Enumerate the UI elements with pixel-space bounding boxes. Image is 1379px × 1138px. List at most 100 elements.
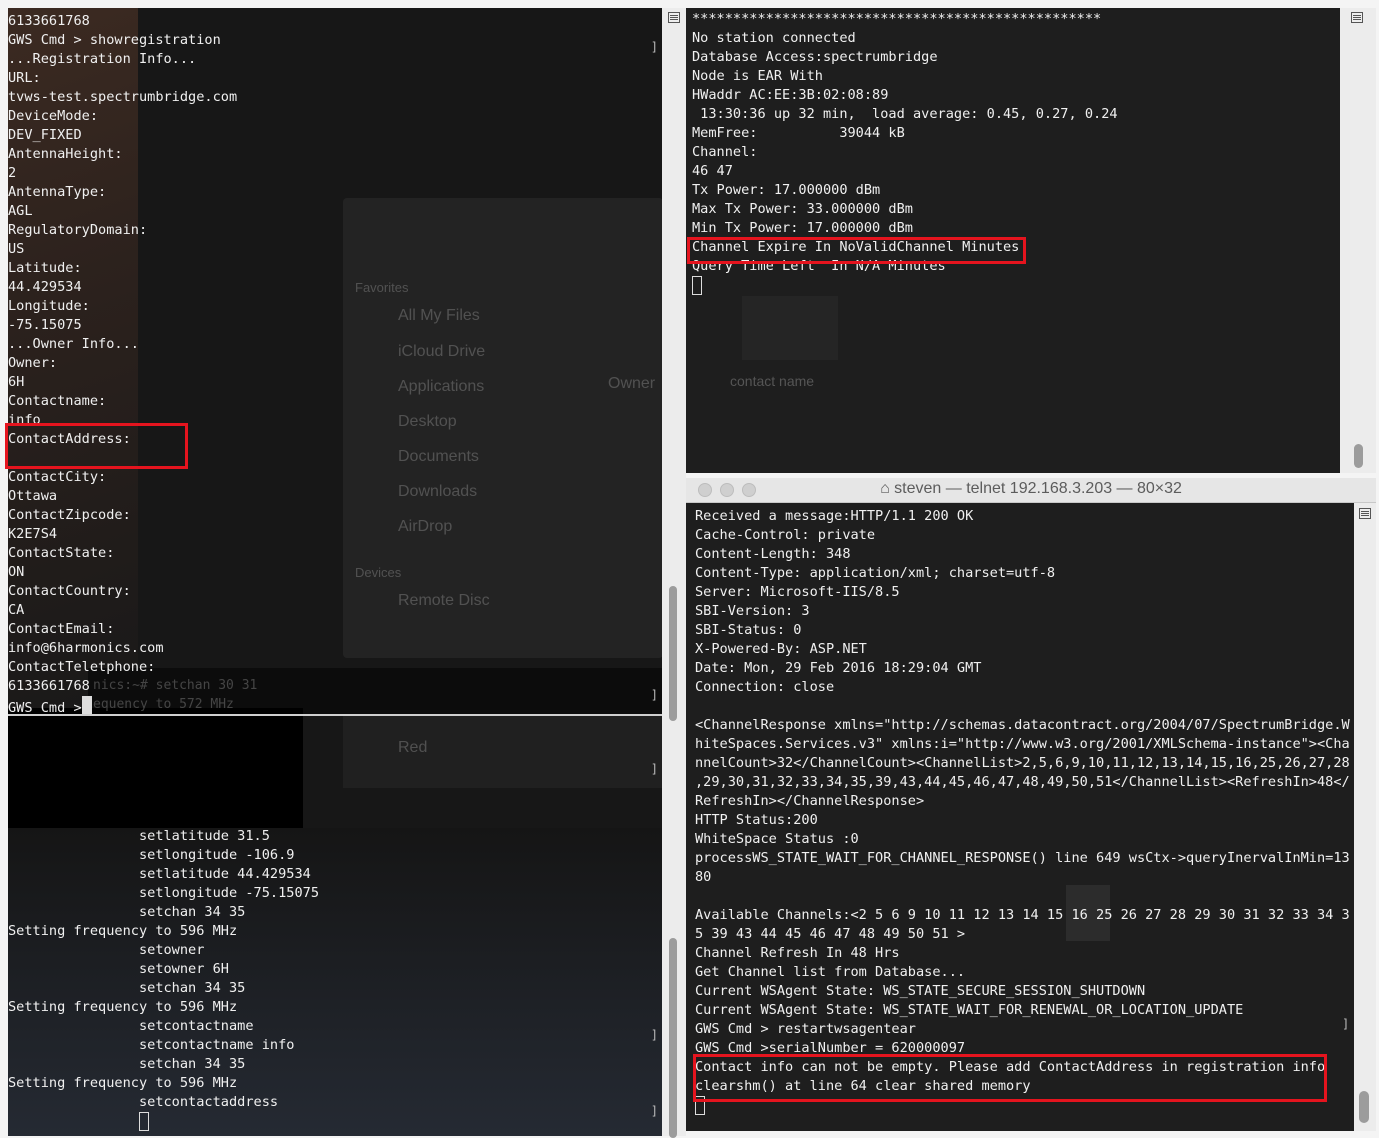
terminal-line: Tx Power: 17.000000 dBm — [692, 182, 881, 198]
split-pane-icon[interactable] — [668, 12, 680, 23]
ghost-documents: Documents — [398, 448, 479, 465]
terminal-line: Setting frequency to 596 MHz — [8, 923, 238, 939]
terminal-line: ****************************************… — [692, 11, 1102, 27]
terminal-line: Content-Length: 348 — [695, 546, 851, 562]
terminal-line: <ChannelResponse xmlns="http://schemas.d… — [695, 717, 1350, 733]
terminal-line: HWaddr AC:EE:3B:02:08:89 — [692, 87, 889, 103]
line-marker-icon: ] — [650, 1028, 658, 1042]
terminal-line: CA — [8, 602, 25, 618]
terminal-line: Server: Microsoft-IIS/8.5 — [695, 584, 900, 600]
ghost-remote-disc: Remote Disc — [398, 592, 490, 609]
terminal-line: No station connected — [692, 30, 856, 46]
terminal-line: setowner — [8, 942, 205, 958]
ghost-contact-name: contact name — [730, 373, 815, 389]
terminal-line: DeviceMode: — [8, 108, 99, 124]
ghost-folder-icon — [742, 296, 838, 360]
terminal-line: DEV_FIXED — [8, 127, 82, 143]
terminal-line: ContactCity: — [8, 469, 107, 485]
scroll-thumb[interactable] — [1359, 1091, 1369, 1123]
scroll-thumb[interactable] — [669, 586, 677, 721]
terminal-line: 5 39 43 44 45 46 47 48 49 50 51 > — [695, 926, 966, 942]
terminal-line: info@6harmonics.com — [8, 640, 164, 656]
terminal-line: 6H — [8, 374, 25, 390]
terminal-line: setlongitude -75.15075 — [8, 885, 319, 901]
terminal-line: setowner 6H — [8, 961, 229, 977]
home-folder-icon: ⌂ — [880, 480, 895, 497]
terminal-cursor-line[interactable] — [692, 276, 1118, 295]
terminal-line: Channel Refresh In 48 Hrs — [695, 945, 900, 961]
terminal-prompt-line[interactable]: GWS Cmd > — [8, 696, 237, 716]
terminal-line: Received a message:HTTP/1.1 200 OK — [695, 508, 974, 524]
right-top-scrollbar[interactable] — [1340, 8, 1376, 473]
split-pane-icon[interactable] — [1359, 508, 1371, 519]
terminal-line: SBI-Version: 3 — [695, 603, 810, 619]
terminal-line: Get Channel list from Database... — [695, 964, 966, 980]
terminal-line: ContactCountry: — [8, 583, 131, 599]
line-marker-icon: ] — [650, 1104, 658, 1118]
terminal-line: Contactname: — [8, 393, 107, 409]
terminal-line: setcontactaddress — [8, 1094, 279, 1110]
ghost-airdrop: AirDrop — [398, 518, 453, 535]
terminal-line: AntennaType: — [8, 184, 107, 200]
scroll-thumb[interactable] — [1354, 444, 1363, 468]
terminal-line: AntennaHeight: — [8, 146, 123, 162]
finder-window-ghost — [343, 198, 662, 658]
terminal-line: Connection: close — [695, 679, 835, 695]
terminal-line: ContactZipcode: — [8, 507, 131, 523]
terminal-line: 6133661768 — [8, 13, 90, 29]
terminal-line: hiteSpaces.Services.v3" xmlns:i="http://… — [695, 736, 1350, 752]
terminal-line: Cache-Control: private — [695, 527, 876, 543]
ghost-applications: Applications — [398, 378, 485, 395]
left-lower-terminal-output: setlatitude 31.5 setlongitude -106.9 set… — [8, 827, 319, 1131]
window-title: ⌂ steven — telnet 192.168.3.203 — 80×32 — [686, 480, 1376, 498]
terminal-line: setchan 34 35 — [8, 980, 246, 996]
terminal-line: US — [8, 241, 25, 257]
highlight-channel-expire — [687, 237, 1026, 264]
pane-divider — [8, 714, 662, 716]
scroll-thumb[interactable] — [669, 938, 677, 1138]
terminal-line: Content-Type: application/xml; charset=u… — [695, 565, 1056, 581]
ghost-downloads: Downloads — [398, 483, 478, 500]
terminal-cursor-line[interactable] — [8, 1112, 319, 1131]
black-region — [8, 708, 303, 828]
terminal-line: processWS_STATE_WAIT_FOR_CHANNEL_RESPONS… — [695, 850, 1350, 866]
terminal-line: Setting frequency to 596 MHz — [8, 1075, 238, 1091]
terminal-line: 80 — [695, 869, 712, 885]
highlight-contact-error — [693, 1054, 1327, 1102]
terminal-line: URL: — [8, 70, 41, 86]
terminal-line: Latitude: — [8, 260, 82, 276]
left-scrollbar[interactable] — [662, 8, 686, 1138]
terminal-title-bar[interactable]: ⌂ steven — telnet 192.168.3.203 — 80×32 — [686, 478, 1376, 503]
split-pane-icon[interactable] — [1351, 12, 1363, 23]
left-terminal[interactable]: Favorites All My Files iCloud Drive Appl… — [8, 8, 662, 1136]
text-cursor-icon — [692, 276, 702, 295]
terminal-line: setlatitude 44.429534 — [8, 866, 311, 882]
terminal-line: MemFree: 39044 kB — [692, 125, 905, 141]
terminal-line: Setting frequency to 596 MHz — [8, 999, 238, 1015]
ghost-red-tag: Red — [398, 739, 428, 756]
terminal-line: GWS Cmd > showregistration — [8, 32, 221, 48]
terminal-line: ...Owner Info... — [8, 336, 139, 352]
terminal-line: Current WSAgent State: WS_STATE_WAIT_FOR… — [695, 1002, 1244, 1018]
terminal-line: 46 47 — [692, 163, 733, 179]
terminal-line: X-Powered-By: ASP.NET — [695, 641, 867, 657]
terminal-line: Min Tx Power: 17.000000 dBm — [692, 220, 913, 236]
terminal-line: setchan 34 35 — [8, 904, 246, 920]
terminal-line: setlatitude 31.5 — [8, 828, 270, 844]
terminal-line: setchan 34 35 — [8, 1056, 246, 1072]
terminal-line: Date: Mon, 29 Feb 2016 18:29:04 GMT — [695, 660, 982, 676]
terminal-line: Available Channels:<2 5 6 9 10 11 12 13 … — [695, 907, 1350, 923]
terminal-line: setcontactname info — [8, 1037, 295, 1053]
telnet-scrollbar[interactable] — [1354, 503, 1376, 1131]
terminal-line: Owner: — [8, 355, 58, 371]
terminal-line: RefreshIn></ChannelResponse> — [695, 793, 925, 809]
line-marker-icon: ] — [650, 40, 658, 54]
ghost-icloud-drive: iCloud Drive — [398, 343, 486, 360]
terminal-line: K2E7S4 — [8, 526, 58, 542]
telnet-terminal[interactable]: Received a message:HTTP/1.1 200 OK Cache… — [686, 503, 1354, 1131]
terminal-line: RegulatoryDomain: — [8, 222, 148, 238]
highlight-contact-address — [5, 423, 188, 469]
ghost-owner: Owner — [608, 375, 656, 392]
terminal-line: ContactEmail: — [8, 621, 115, 637]
text-cursor-icon — [81, 696, 92, 715]
